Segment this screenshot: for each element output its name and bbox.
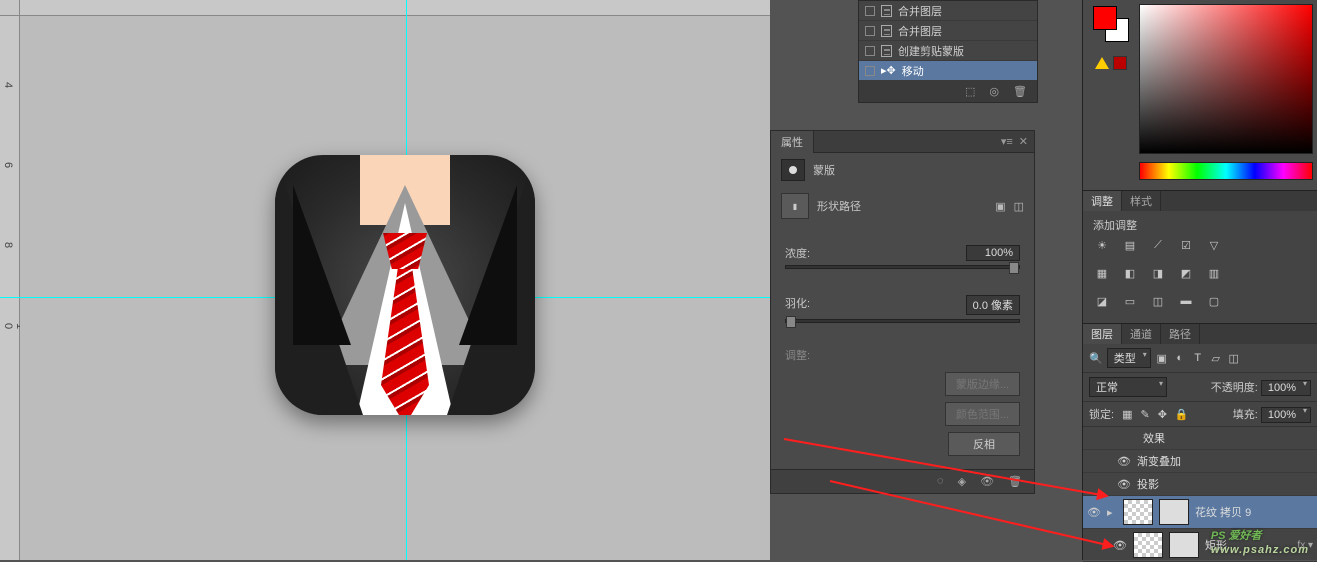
merge-icon (881, 25, 892, 37)
layer-thumb[interactable] (1133, 532, 1163, 558)
history-item[interactable]: 合并图层 (859, 1, 1037, 21)
visibility-icon[interactable]: 👁 (1117, 478, 1131, 491)
history-panel: 合并图层 合并图层 创建剪贴蒙版 ▸✥移动 ⬚ ◎ 🗑 (858, 0, 1038, 103)
foreground-swatch[interactable] (1093, 6, 1117, 30)
load-selection-icon[interactable]: ◌ (937, 475, 944, 488)
lock-transparency-icon[interactable]: ▦ (1122, 408, 1132, 421)
exposure-icon[interactable]: ☑ (1177, 237, 1195, 253)
tab-properties[interactable]: 属性 (771, 131, 814, 153)
threshold-icon[interactable]: ◫ (1149, 293, 1167, 309)
adjustment-icons-row3: ◪ ▭ ◫ ▬ ▢ (1093, 289, 1307, 317)
visibility-icon[interactable]: 👁 (1117, 455, 1131, 468)
vibrance-icon[interactable]: ▽ (1205, 237, 1223, 253)
ruler-horizontal (20, 0, 770, 16)
shape-path-label: 形状路径 (817, 198, 861, 214)
color-panel (1083, 0, 1317, 190)
layer-name[interactable]: 花纹 拷贝 9 (1195, 504, 1251, 520)
panel-header: 属性 ▾≡ ✕ (771, 131, 1034, 153)
clip-mask-icon (881, 45, 892, 57)
photo-filter-icon[interactable]: ◨ (1149, 265, 1167, 281)
adjustment-icons-row1: ☀ ▤ ⟋ ☑ ▽ (1093, 233, 1307, 261)
gamut-warning[interactable] (1095, 56, 1127, 70)
filter-shape-icon[interactable]: ▱ (1209, 352, 1223, 364)
density-slider[interactable] (785, 265, 1020, 269)
lock-all-icon[interactable]: 🔒 (1175, 408, 1189, 421)
lock-pixels-icon[interactable]: ✎ (1140, 408, 1149, 421)
tab-paths[interactable]: 路径 (1161, 324, 1200, 344)
layer-filter-dropdown[interactable]: 类型 (1107, 348, 1151, 368)
tab-styles[interactable]: 样式 (1122, 191, 1161, 211)
mask-edge-button[interactable]: 蒙版边缘... (945, 372, 1020, 396)
filter-adjust-icon[interactable]: ◐ (1173, 352, 1187, 364)
history-item[interactable]: 创建剪贴蒙版 (859, 41, 1037, 61)
density-control: 浓度:100% (771, 239, 1034, 275)
brightness-icon[interactable]: ☀ (1093, 237, 1111, 253)
move-icon: ▸✥ (881, 64, 896, 77)
posterize-icon[interactable]: ▭ (1121, 293, 1139, 309)
vector-mask-icon[interactable]: ◫ (1014, 200, 1024, 213)
color-field[interactable] (1139, 4, 1313, 154)
pixel-mask-icon[interactable]: ▣ (995, 200, 1005, 213)
gradient-map-icon[interactable]: ▬ (1177, 293, 1195, 309)
trash-icon[interactable]: 🗑 (1013, 85, 1027, 98)
right-dock: 调整 样式 添加调整 ☀ ▤ ⟋ ☑ ▽ ▦ ◧ ◨ ◩ ▥ ◪ ▭ ◫ (1082, 0, 1317, 560)
adjust-label: 调整: (771, 341, 1034, 369)
layer-thumb[interactable] (1123, 499, 1153, 525)
feather-control: 羽化:0.0 像素 (771, 289, 1034, 329)
invert-icon[interactable]: ◪ (1093, 293, 1111, 309)
channel-mixer-icon[interactable]: ◩ (1177, 265, 1195, 281)
filter-image-icon[interactable]: ▣ (1155, 352, 1169, 364)
add-adjustment-label: 添加调整 (1093, 217, 1307, 233)
history-item[interactable]: 合并图层 (859, 21, 1037, 41)
fx-gradient-overlay[interactable]: 👁渐变叠加 (1083, 450, 1317, 473)
mask-label: 蒙版 (813, 162, 835, 178)
new-doc-icon[interactable]: ⬚ (965, 85, 975, 98)
selective-color-icon[interactable]: ▢ (1205, 293, 1223, 309)
close-icon[interactable]: ✕ (1019, 135, 1028, 148)
levels-icon[interactable]: ▤ (1121, 237, 1139, 253)
watermark: PS 爱好者 www.psahz.com (1211, 523, 1309, 556)
feather-slider[interactable] (785, 319, 1020, 323)
ruler-vertical: 246810 (0, 0, 20, 560)
history-footer: ⬚ ◎ 🗑 (859, 81, 1037, 102)
visibility-icon[interactable]: 👁 (1087, 506, 1101, 519)
blend-mode-dropdown[interactable]: 正常 (1089, 377, 1167, 397)
mask-icon (781, 159, 805, 181)
fx-header[interactable]: 效果 (1083, 427, 1317, 450)
warning-icon (1095, 57, 1109, 69)
opacity-input[interactable]: 100% (1261, 380, 1311, 396)
lock-position-icon[interactable]: ✥ (1158, 408, 1167, 421)
shape-thumb[interactable]: ▮ (781, 193, 809, 219)
properties-panel: 属性 ▾≡ ✕ 蒙版 ▮ 形状路径 ▣ ◫ 浓度:100% 羽化:0.0 像素 调… (770, 130, 1035, 494)
hue-strip[interactable] (1139, 162, 1313, 180)
adjustments-panel: 调整 样式 添加调整 ☀ ▤ ⟋ ☑ ▽ ▦ ◧ ◨ ◩ ▥ ◪ ▭ ◫ (1083, 190, 1317, 323)
color-range-button[interactable]: 颜色范围... (945, 402, 1020, 426)
history-item[interactable]: ▸✥移动 (859, 61, 1037, 81)
tab-layers[interactable]: 图层 (1083, 324, 1122, 344)
fx-drop-shadow[interactable]: 👁投影 (1083, 473, 1317, 496)
layer-mask-thumb[interactable] (1159, 499, 1189, 525)
panel-menu-icon[interactable]: ▾≡ (1001, 135, 1013, 148)
fill-input[interactable]: 100% (1261, 407, 1311, 423)
lookup-icon[interactable]: ▥ (1205, 265, 1223, 281)
curves-icon[interactable]: ⟋ (1149, 237, 1167, 253)
toggle-visibility-icon[interactable]: 👁 (980, 475, 994, 488)
snapshot-icon[interactable]: ◎ (989, 85, 999, 98)
layer-mask-thumb[interactable] (1169, 532, 1199, 558)
feather-value[interactable]: 0.0 像素 (966, 295, 1020, 315)
invert-button[interactable]: 反相 (948, 432, 1020, 456)
apply-mask-icon[interactable]: ◈ (958, 475, 966, 488)
hue-icon[interactable]: ▦ (1093, 265, 1111, 281)
adjustment-icons-row2: ▦ ◧ ◨ ◩ ▥ (1093, 261, 1307, 289)
ruler-corner (0, 0, 20, 16)
tab-channels[interactable]: 通道 (1122, 324, 1161, 344)
filter-text-icon[interactable]: T (1191, 352, 1205, 364)
artwork-suit-icon (275, 155, 535, 415)
filter-smart-icon[interactable]: ◫ (1227, 352, 1241, 364)
bw-icon[interactable]: ◧ (1121, 265, 1139, 281)
density-value[interactable]: 100% (966, 245, 1020, 261)
merge-icon (881, 5, 892, 17)
tab-adjustments[interactable]: 调整 (1083, 191, 1122, 211)
